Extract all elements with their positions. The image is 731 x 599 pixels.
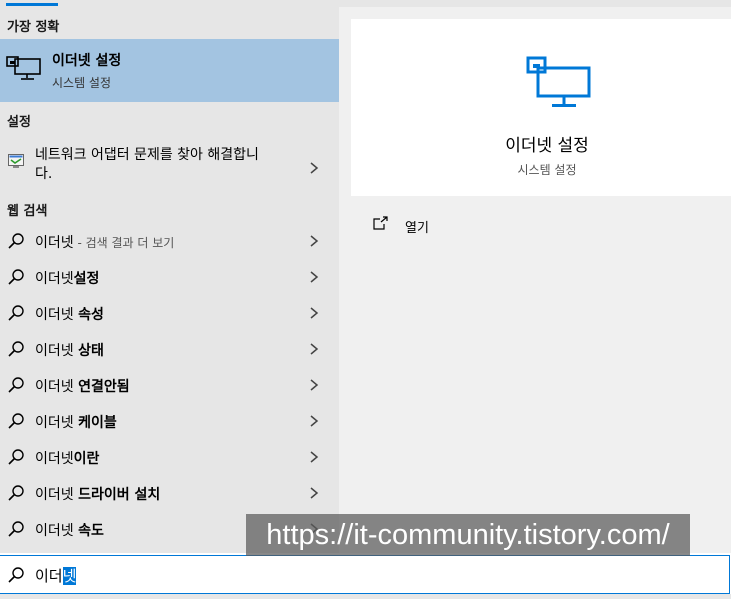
chevron-right-icon[interactable] <box>308 378 320 392</box>
web-result-label: 이더넷 - 검색 결과 더 보기 <box>35 232 174 252</box>
search-icon <box>8 377 24 393</box>
web-result-label: 이더넷 상태 <box>35 340 104 360</box>
web-result-hint: - 검색 결과 더 보기 <box>73 236 175 250</box>
web-result-suggestion: 설정 <box>73 271 100 287</box>
chevron-right-icon[interactable] <box>308 306 320 320</box>
section-header-settings: 설정 <box>7 115 31 130</box>
search-icon <box>8 521 24 537</box>
search-icon <box>8 485 24 501</box>
web-result-prefix: 이더넷 <box>35 523 79 539</box>
web-result-prefix: 이더넷 <box>35 451 74 467</box>
web-result-item[interactable]: 이더넷설정 <box>0 259 339 295</box>
web-result-suggestion: 속성 <box>78 307 104 323</box>
chevron-right-icon[interactable] <box>308 342 320 356</box>
active-tab-indicator <box>6 3 58 6</box>
web-result-item[interactable]: 이더넷 드라이버 설치 <box>0 475 339 511</box>
web-result-suggestion: 연결안됨 <box>78 379 130 395</box>
web-result-item[interactable]: 이더넷 케이블 <box>0 403 339 439</box>
chevron-right-icon[interactable] <box>308 234 320 248</box>
web-result-prefix: 이더넷 <box>35 271 74 287</box>
web-result-label: 이더넷설정 <box>35 268 99 288</box>
settings-result-troubleshoot[interactable]: 네트워크 어댑터 문제를 찾아 해결합니다. <box>0 145 339 193</box>
detail-title: 이더넷 설정 <box>505 136 589 156</box>
web-result-prefix: 이더넷 <box>35 415 79 431</box>
search-icon <box>8 269 24 285</box>
best-match-item[interactable]: 이더넷 설정 시스템 설정 <box>0 39 339 102</box>
chevron-right-icon[interactable] <box>308 270 320 284</box>
best-match-subtitle: 시스템 설정 <box>52 76 112 90</box>
web-result-label: 이더넷 속성 <box>35 304 104 324</box>
web-result-suggestion: 속도 <box>78 523 104 539</box>
web-result-item[interactable]: 이더넷 연결안됨 <box>0 367 339 403</box>
detail-panel: 이더넷 설정 시스템 설정 열기 <box>339 7 731 553</box>
web-result-label: 이더넷 드라이버 설치 <box>35 484 160 504</box>
chevron-right-icon[interactable] <box>308 161 320 175</box>
web-result-label: 이더넷 케이블 <box>35 412 117 432</box>
top-tab-strip <box>0 0 731 7</box>
web-result-prefix: 이더넷 <box>35 379 79 395</box>
web-result-label: 이더넷 속도 <box>35 520 104 540</box>
best-match-title: 이더넷 설정 <box>52 53 122 69</box>
web-result-label: 이더넷 연결안됨 <box>35 376 130 396</box>
detail-card: 이더넷 설정 시스템 설정 <box>351 19 731 196</box>
search-icon <box>8 413 24 429</box>
search-query-selection: 넷 <box>62 567 77 585</box>
search-box[interactable]: 이더넷 <box>0 555 730 594</box>
ethernet-monitor-icon <box>6 56 41 80</box>
web-result-prefix: 이더넷 <box>35 307 79 323</box>
web-result-item[interactable]: 이더넷 속성 <box>0 295 339 331</box>
web-result-prefix: 이더넷 <box>35 235 74 251</box>
results-panel: 가장 정확 이더넷 설정 시스템 설정 설정 네트워크 어댑터 문제를 찾아 해… <box>0 7 339 553</box>
search-icon <box>8 567 24 583</box>
open-external-icon <box>373 216 388 230</box>
web-result-suggestion: 케이블 <box>78 415 117 431</box>
web-result-prefix: 이더넷 <box>35 343 79 359</box>
search-query-text: 이더 <box>35 567 63 585</box>
search-icon <box>8 233 24 249</box>
web-result-label: 이더넷이란 <box>35 448 99 468</box>
open-action-label: 열기 <box>405 221 429 236</box>
troubleshoot-icon <box>8 154 24 168</box>
search-icon <box>8 341 24 357</box>
web-result-suggestion: 상태 <box>78 343 104 359</box>
ethernet-monitor-icon <box>526 56 591 107</box>
bottom-edge <box>0 594 731 599</box>
web-result-suggestion: 드라이버 설치 <box>78 487 161 503</box>
web-result-suggestion: 이란 <box>73 451 100 467</box>
section-header-best-match: 가장 정확 <box>7 20 60 35</box>
search-icon <box>8 449 24 465</box>
web-result-item[interactable]: 이더넷이란 <box>0 439 339 475</box>
watermark-url: https://it-community.tistory.com/ <box>246 514 690 556</box>
settings-result-label: 네트워크 어댑터 문제를 찾아 해결합니다. <box>35 147 259 182</box>
search-icon <box>8 305 24 321</box>
chevron-right-icon[interactable] <box>308 450 320 464</box>
section-header-web-search: 웹 검색 <box>7 204 48 219</box>
search-query[interactable]: 이더넷 <box>35 565 77 586</box>
web-result-prefix: 이더넷 <box>35 487 79 503</box>
chevron-right-icon[interactable] <box>308 414 320 428</box>
chevron-right-icon[interactable] <box>308 486 320 500</box>
detail-subtitle: 시스템 설정 <box>517 163 577 177</box>
web-result-item[interactable]: 이더넷 - 검색 결과 더 보기 <box>0 223 339 259</box>
web-result-item[interactable]: 이더넷 상태 <box>0 331 339 367</box>
